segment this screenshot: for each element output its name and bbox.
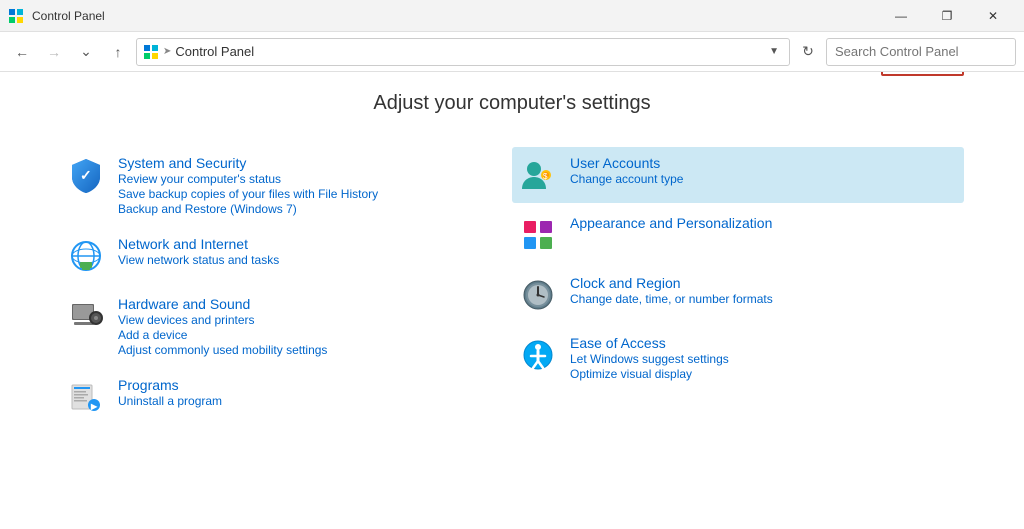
main-content: View by: Category ▾ Adjust your computer…: [0, 72, 1024, 529]
title-text: Control Panel: [32, 9, 105, 23]
hardware-sound-icon: [66, 296, 106, 336]
up-button[interactable]: ↑: [104, 38, 132, 66]
clock-region-icon: [518, 275, 558, 315]
hardware-sound-title[interactable]: Hardware and Sound: [118, 296, 327, 312]
category-clock-region[interactable]: Clock and Region Change date, time, or n…: [512, 267, 964, 323]
system-security-icon: ✓: [66, 155, 106, 195]
appearance-title[interactable]: Appearance and Personalization: [570, 215, 772, 231]
refresh-button[interactable]: ↻: [794, 38, 822, 66]
user-accounts-link-1[interactable]: Change account type: [570, 172, 683, 186]
back-button[interactable]: ←: [8, 38, 36, 66]
user-accounts-icon: $: [518, 155, 558, 195]
programs-link-1[interactable]: Uninstall a program: [118, 394, 222, 408]
restore-button[interactable]: ❐: [924, 0, 970, 32]
title-bar-left: Control Panel: [8, 8, 105, 24]
category-programs[interactable]: ▶ Programs Uninstall a program: [60, 369, 512, 425]
category-hardware-sound[interactable]: Hardware and Sound View devices and prin…: [60, 288, 512, 365]
clock-region-text: Clock and Region Change date, time, or n…: [570, 275, 773, 306]
address-cp-icon: [143, 44, 159, 60]
address-dropdown-arrow[interactable]: ▼: [765, 46, 783, 57]
address-chevron: ➤: [163, 46, 171, 57]
user-accounts-title[interactable]: User Accounts: [570, 155, 683, 171]
ease-of-access-link-2[interactable]: Optimize visual display: [570, 367, 729, 381]
category-user-accounts[interactable]: $ User Accounts Change account type: [512, 147, 964, 203]
system-security-link-3[interactable]: Backup and Restore (Windows 7): [118, 202, 378, 216]
category-ease-of-access[interactable]: Ease of Access Let Windows suggest setti…: [512, 327, 964, 389]
hardware-sound-link-3[interactable]: Adjust commonly used mobility settings: [118, 343, 327, 357]
address-bar: ← → ⌄ ↑ ➤ Control Panel ▼ ↻: [0, 32, 1024, 72]
system-security-link-2[interactable]: Save backup copies of your files with Fi…: [118, 187, 378, 201]
left-column: ✓ System and Security Review your comput…: [60, 147, 512, 425]
clock-region-title[interactable]: Clock and Region: [570, 275, 773, 291]
hardware-sound-text: Hardware and Sound View devices and prin…: [118, 296, 327, 357]
recent-locations-button[interactable]: ⌄: [72, 38, 100, 66]
user-accounts-text: User Accounts Change account type: [570, 155, 683, 186]
network-internet-icon: [66, 236, 106, 276]
title-bar-controls: — ❐ ✕: [878, 0, 1016, 32]
address-content: ➤ Control Panel: [143, 44, 765, 60]
minimize-button[interactable]: —: [878, 0, 924, 32]
system-security-text: System and Security Review your computer…: [118, 155, 378, 216]
network-internet-text: Network and Internet View network status…: [118, 236, 279, 267]
svg-text:▶: ▶: [90, 402, 98, 411]
ease-of-access-text: Ease of Access Let Windows suggest setti…: [570, 335, 729, 381]
ease-of-access-title[interactable]: Ease of Access: [570, 335, 729, 351]
ease-of-access-icon: [518, 335, 558, 375]
view-by-bar: View by: Category ▾: [60, 72, 964, 76]
category-appearance[interactable]: Appearance and Personalization: [512, 207, 964, 263]
svg-text:✓: ✓: [80, 167, 92, 183]
close-button[interactable]: ✕: [970, 0, 1016, 32]
appearance-icon: [518, 215, 558, 255]
address-path: Control Panel: [175, 44, 254, 59]
address-bar-input[interactable]: ➤ Control Panel ▼: [136, 38, 790, 66]
categories-grid: ✓ System and Security Review your comput…: [60, 147, 964, 425]
forward-button[interactable]: →: [40, 38, 68, 66]
hardware-sound-link-2[interactable]: Add a device: [118, 328, 327, 342]
network-internet-title[interactable]: Network and Internet: [118, 236, 279, 252]
programs-icon: ▶: [66, 377, 106, 417]
right-column: $ User Accounts Change account type: [512, 147, 964, 425]
search-input[interactable]: [826, 38, 1016, 66]
page-title: Adjust your computer's settings: [60, 92, 964, 115]
appearance-text: Appearance and Personalization: [570, 215, 772, 231]
programs-title[interactable]: Programs: [118, 377, 222, 393]
network-internet-link-1[interactable]: View network status and tasks: [118, 253, 279, 267]
ease-of-access-link-1[interactable]: Let Windows suggest settings: [570, 352, 729, 366]
system-security-link-1[interactable]: Review your computer's status: [118, 172, 378, 186]
hardware-sound-link-1[interactable]: View devices and printers: [118, 313, 327, 327]
system-security-title[interactable]: System and Security: [118, 155, 378, 171]
category-network-internet[interactable]: Network and Internet View network status…: [60, 228, 512, 284]
programs-text: Programs Uninstall a program: [118, 377, 222, 408]
svg-text:$: $: [543, 172, 548, 181]
category-system-security[interactable]: ✓ System and Security Review your comput…: [60, 147, 512, 224]
clock-region-link-1[interactable]: Change date, time, or number formats: [570, 292, 773, 306]
view-by-button[interactable]: Category ▾: [881, 72, 964, 76]
app-icon: [8, 8, 24, 24]
title-bar: Control Panel — ❐ ✕: [0, 0, 1024, 32]
